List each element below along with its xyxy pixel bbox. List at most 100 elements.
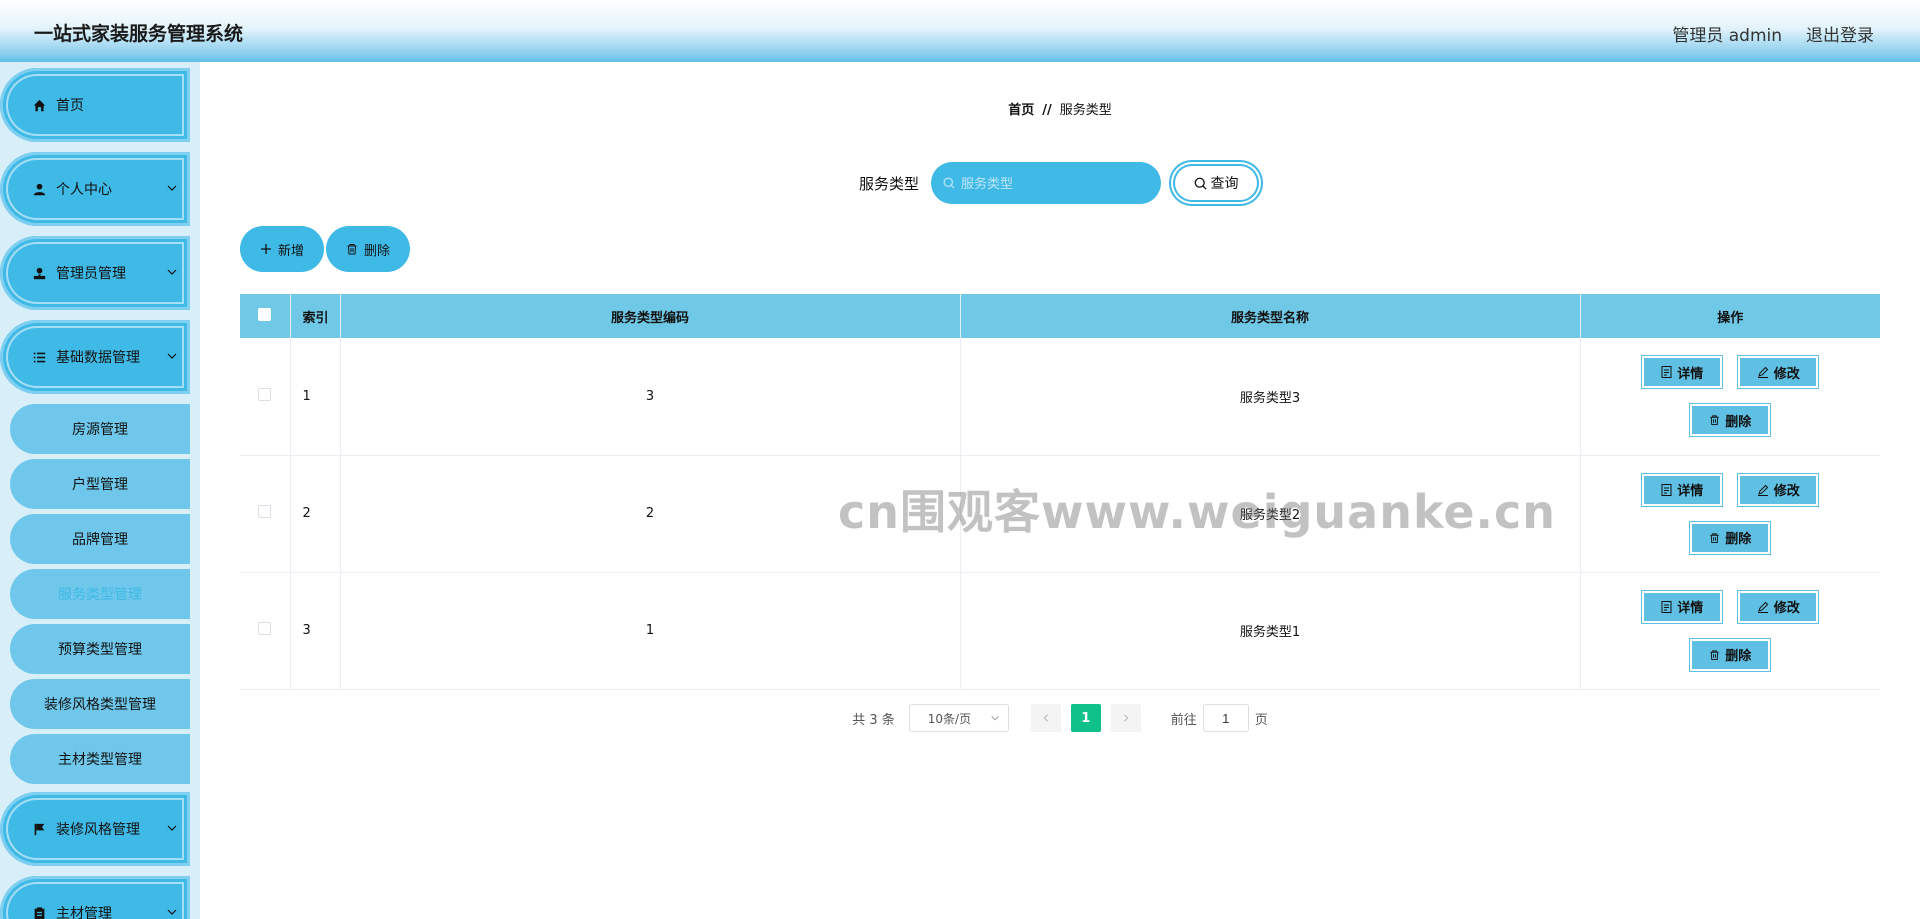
select-all-cell bbox=[240, 294, 291, 338]
row-checkbox[interactable] bbox=[258, 505, 272, 518]
table-body: 1 3 服务类型3 详情 修改 删除 2 2 服务类型2 详情 修改 删除 3 1 服务类型1 详情 修改 删除 bbox=[240, 338, 1880, 689]
batch-delete-button[interactable]: 删除 bbox=[326, 226, 411, 272]
edit-button[interactable]: 修改 bbox=[1737, 355, 1820, 390]
row-check-cell bbox=[240, 455, 291, 572]
sidebar-item-personal-center[interactable]: 个人中心 bbox=[0, 152, 190, 226]
next-page-button[interactable] bbox=[1110, 704, 1141, 732]
page-number-current[interactable]: 1 bbox=[1070, 704, 1101, 732]
breadcrumb-current: 服务类型 bbox=[1059, 103, 1112, 118]
sidebar-item-admin-management[interactable]: 管理员管理 bbox=[0, 236, 190, 310]
add-button-label: 新增 bbox=[278, 243, 305, 259]
edit-button-label: 修改 bbox=[1773, 484, 1800, 499]
logout-link[interactable]: 退出登录 bbox=[1806, 21, 1874, 46]
row-check-cell bbox=[240, 338, 291, 455]
detail-button-label: 详情 bbox=[1677, 366, 1704, 382]
chevron-down-icon bbox=[167, 825, 177, 831]
delete-button[interactable]: 删除 bbox=[1689, 637, 1772, 672]
sidebar-subitem-house-type[interactable]: 户型管理 bbox=[10, 459, 190, 509]
page-size-select[interactable]: 10条/页 bbox=[908, 704, 1009, 732]
document-icon bbox=[1661, 366, 1672, 379]
search-icon bbox=[943, 177, 955, 189]
breadcrumb-home[interactable]: 首页 bbox=[1008, 103, 1034, 118]
chevron-down-icon bbox=[991, 715, 999, 721]
edit-icon bbox=[1757, 367, 1768, 379]
list-icon bbox=[32, 350, 46, 364]
delete-button-label: 删除 bbox=[1725, 414, 1752, 430]
sidebar: 首页 个人中心 管理员管理 基础数据管理 房源管理 户型管理 品牌管理 服务类型 bbox=[0, 62, 200, 919]
edit-button[interactable]: 修改 bbox=[1737, 589, 1820, 624]
search-input[interactable] bbox=[961, 175, 1141, 191]
edit-icon bbox=[1757, 601, 1768, 613]
detail-button-label: 详情 bbox=[1677, 601, 1704, 616]
toolbar: 新增 删除 bbox=[240, 226, 411, 272]
row-code: 1 bbox=[340, 572, 961, 689]
row-index: 3 bbox=[290, 572, 341, 689]
table-row: 2 2 服务类型2 详情 修改 删除 bbox=[240, 455, 1880, 572]
sidebar-item-label: 装修风格管理 bbox=[56, 822, 140, 838]
main-content: 首页 // 服务类型 服务类型 查询 新增 删除 索引 服务类型 bbox=[200, 62, 1920, 919]
detail-button-label: 详情 bbox=[1677, 484, 1704, 499]
row-code: 2 bbox=[340, 455, 961, 572]
trash-icon bbox=[347, 244, 357, 255]
service-type-table: 索引 服务类型编码 服务类型名称 操作 1 3 服务类型3 详情 修改 删除 2 2 服务类型2… bbox=[240, 294, 1880, 690]
chevron-down-icon bbox=[167, 269, 177, 275]
sidebar-item-style-management[interactable]: 装修风格管理 bbox=[0, 792, 190, 866]
flag-icon bbox=[32, 822, 46, 836]
sidebar-item-home[interactable]: 首页 bbox=[0, 68, 190, 142]
column-header-name: 服务类型名称 bbox=[960, 294, 1581, 338]
sidebar-subitem-budget-type[interactable]: 预算类型管理 bbox=[10, 624, 190, 674]
pagination-total: 共 3 条 bbox=[852, 712, 895, 728]
sidebar-subitem-style-type[interactable]: 装修风格类型管理 bbox=[10, 679, 190, 729]
edit-button[interactable]: 修改 bbox=[1737, 472, 1820, 507]
chevron-down-icon bbox=[167, 353, 177, 359]
chevron-down-icon bbox=[167, 185, 177, 191]
query-button[interactable]: 查询 bbox=[1171, 162, 1261, 204]
sidebar-item-label: 主材管理 bbox=[56, 906, 112, 919]
edit-button-label: 修改 bbox=[1773, 601, 1800, 616]
delete-button[interactable]: 删除 bbox=[1689, 403, 1772, 438]
detail-button[interactable]: 详情 bbox=[1641, 472, 1724, 507]
sidebar-item-material-management[interactable]: 主材管理 bbox=[0, 876, 190, 919]
page-size-value: 10条/页 bbox=[927, 711, 972, 726]
home-icon bbox=[32, 98, 46, 112]
delete-button-label: 删除 bbox=[1725, 649, 1752, 664]
current-user-label[interactable]: 管理员 admin bbox=[1672, 21, 1782, 46]
chevron-down-icon bbox=[167, 909, 177, 915]
delete-button[interactable]: 删除 bbox=[1689, 520, 1772, 555]
select-all-checkbox[interactable] bbox=[258, 307, 272, 321]
top-header: 一站式家装服务管理系统 管理员 admin 退出登录 bbox=[0, 0, 1920, 62]
trash-icon bbox=[1710, 532, 1719, 543]
row-checkbox[interactable] bbox=[258, 387, 272, 401]
search-icon bbox=[1194, 177, 1207, 190]
prev-page-button[interactable] bbox=[1030, 704, 1061, 732]
goto-label: 前往 bbox=[1170, 712, 1197, 728]
row-actions-cell: 详情 修改删除 bbox=[1580, 572, 1880, 689]
sidebar-subitem-brand[interactable]: 品牌管理 bbox=[10, 514, 190, 564]
row-code: 3 bbox=[340, 338, 961, 455]
admin-icon bbox=[32, 266, 46, 280]
sidebar-subitem-property[interactable]: 房源管理 bbox=[10, 404, 190, 454]
detail-button[interactable]: 详情 bbox=[1641, 589, 1724, 624]
search-box[interactable] bbox=[931, 162, 1161, 204]
breadcrumb-separator: // bbox=[1042, 103, 1052, 118]
sidebar-item-label: 管理员管理 bbox=[56, 266, 126, 282]
sidebar-item-label: 个人中心 bbox=[56, 182, 112, 198]
add-button[interactable]: 新增 bbox=[240, 226, 325, 272]
detail-button[interactable]: 详情 bbox=[1641, 355, 1724, 390]
delete-button-label: 删除 bbox=[1725, 532, 1752, 547]
sidebar-item-basic-data[interactable]: 基础数据管理 bbox=[0, 320, 190, 394]
row-actions-cell: 详情 修改删除 bbox=[1580, 455, 1880, 572]
chevron-right-icon bbox=[1123, 714, 1129, 722]
trash-icon bbox=[1710, 649, 1719, 660]
sidebar-subitem-service-type[interactable]: 服务类型管理 bbox=[10, 569, 190, 619]
breadcrumb: 首页 // 服务类型 bbox=[200, 99, 1920, 118]
trash-icon bbox=[1710, 415, 1719, 426]
user-icon bbox=[32, 182, 46, 196]
clipboard-icon bbox=[32, 906, 46, 919]
page-unit-label: 页 bbox=[1254, 712, 1268, 728]
row-name: 服务类型2 bbox=[960, 455, 1581, 572]
goto-page-input[interactable] bbox=[1202, 704, 1249, 732]
row-checkbox[interactable] bbox=[258, 622, 272, 635]
column-header-code: 服务类型编码 bbox=[340, 294, 961, 338]
sidebar-subitem-material-type[interactable]: 主材类型管理 bbox=[10, 734, 190, 784]
